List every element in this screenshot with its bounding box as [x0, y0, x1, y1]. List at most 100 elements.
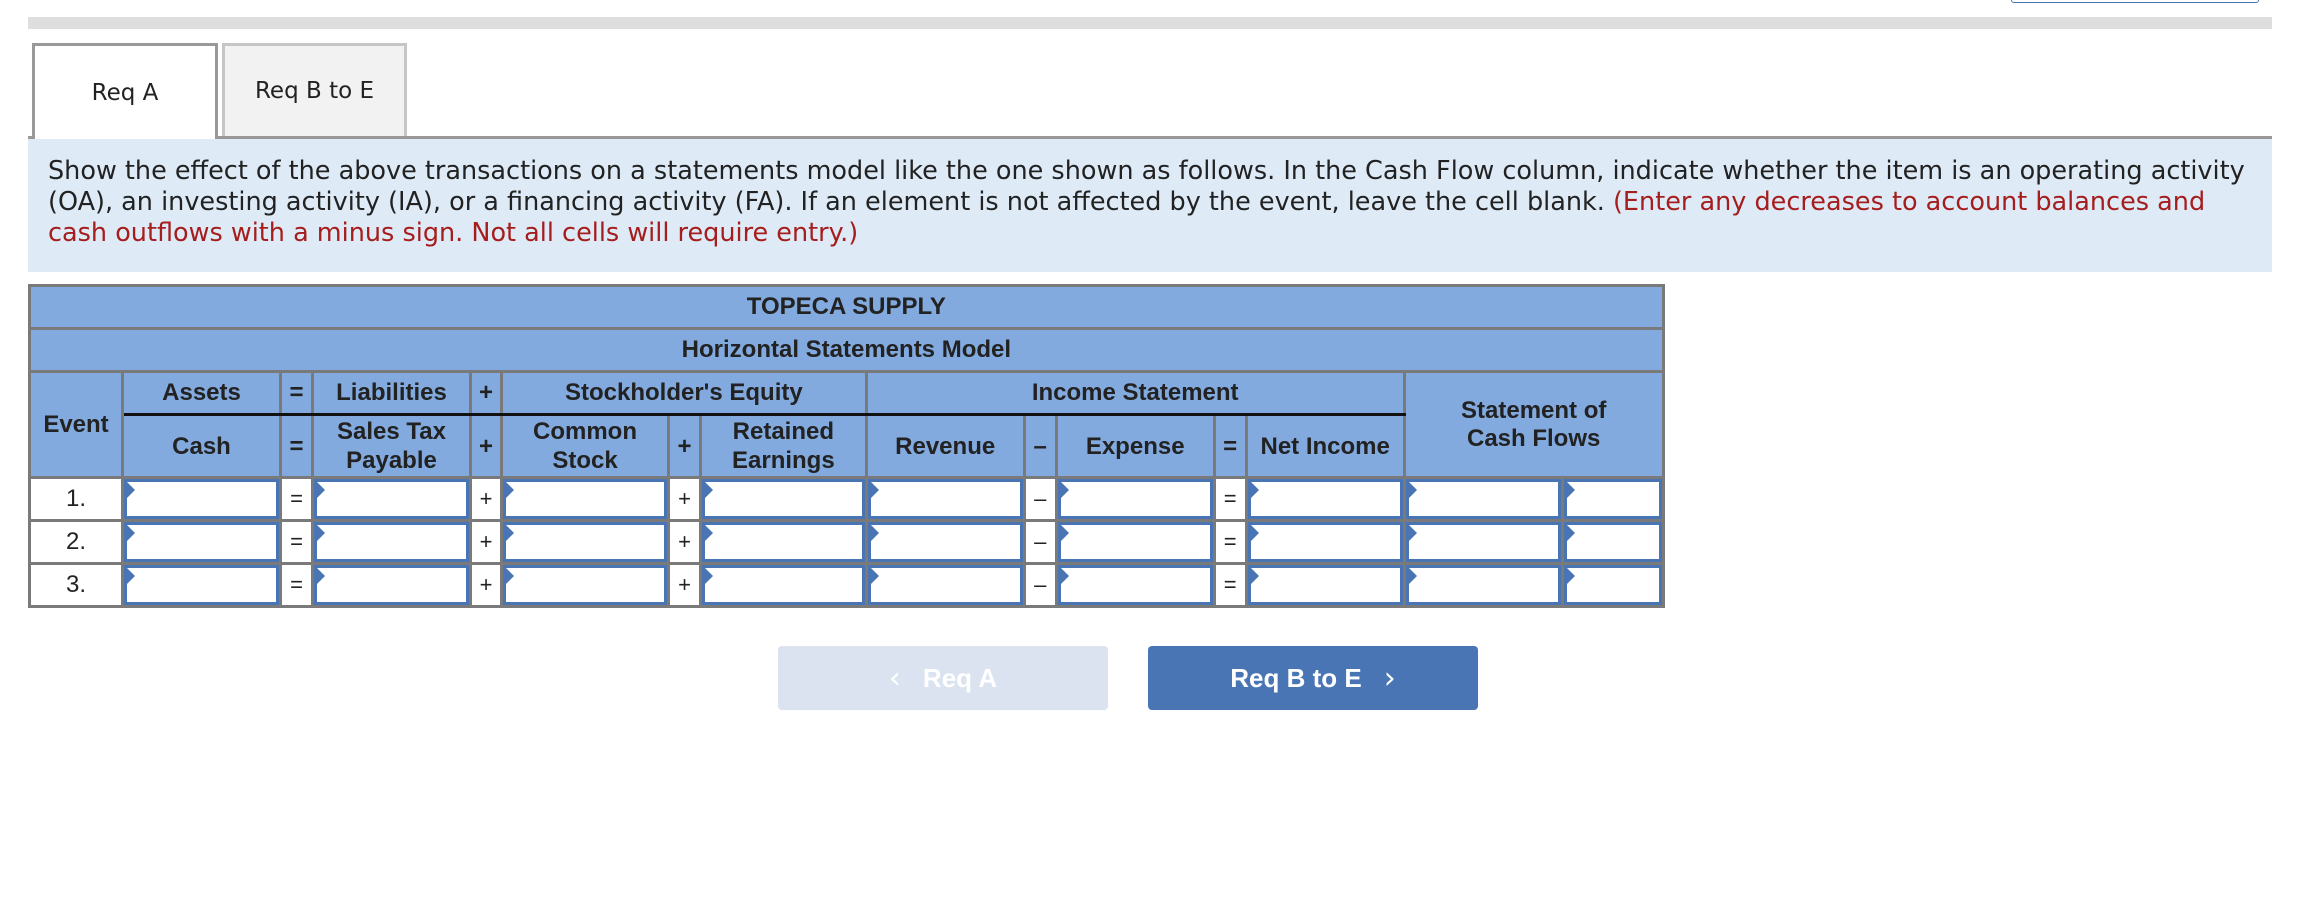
common-stock-input[interactable]	[506, 482, 664, 516]
header-net-income: Net Income	[1244, 413, 1406, 479]
input-box	[124, 479, 279, 519]
header-minus: –	[1022, 413, 1058, 479]
prev-req-a-button[interactable]: ‹ Req A	[778, 646, 1108, 710]
cash-flow-amount-input[interactable]	[1408, 482, 1558, 516]
header-plus: +	[469, 413, 503, 479]
next-req-b-to-e-button[interactable]: Req B to E ›	[1148, 646, 1478, 710]
header-cash: Cash	[121, 413, 282, 479]
dropdown-flag-icon	[506, 482, 514, 498]
dropdown-flag-icon	[1250, 482, 1259, 498]
cell-expense	[1054, 562, 1216, 608]
operator-sign: =	[279, 476, 314, 522]
header-sales-tax-payable: Sales Tax Payable	[311, 413, 472, 479]
common-stock-input[interactable]	[506, 525, 664, 559]
input-box	[1563, 565, 1662, 605]
net-income-input[interactable]	[1250, 568, 1400, 602]
input-box	[867, 522, 1023, 562]
dropdown-flag-icon	[705, 568, 713, 584]
tab-req-a[interactable]: Req A	[32, 43, 218, 139]
event-number: 1.	[28, 476, 124, 522]
cell-sales-tax-payable	[311, 476, 472, 522]
net-income-input[interactable]	[1250, 525, 1400, 559]
expense-input[interactable]	[1060, 525, 1210, 559]
net-income-input[interactable]	[1250, 482, 1400, 516]
retained-earnings-input[interactable]	[705, 482, 862, 516]
cell-cash-flow-amount	[1402, 519, 1564, 565]
input-box	[702, 565, 865, 605]
cell-revenue	[864, 476, 1026, 522]
cell-retained-earnings	[699, 519, 868, 565]
sales-tax-payable-input[interactable]	[317, 482, 466, 516]
cash-flow-activity-input[interactable]	[1566, 568, 1659, 602]
prev-button-label: Req A	[922, 662, 998, 693]
cell-net-income	[1244, 476, 1406, 522]
cell-retained-earnings	[699, 476, 868, 522]
cell-revenue	[864, 562, 1026, 608]
cell-cash-flow-activity	[1560, 476, 1665, 522]
expense-input[interactable]	[1060, 482, 1210, 516]
common-stock-input[interactable]	[506, 568, 664, 602]
company-name: TOPECA SUPPLY	[28, 284, 1665, 330]
revenue-input[interactable]	[870, 525, 1020, 559]
input-box	[1057, 565, 1213, 605]
dropdown-flag-icon	[506, 568, 514, 584]
cash-flow-activity-input[interactable]	[1566, 482, 1659, 516]
revenue-input[interactable]	[870, 482, 1020, 516]
cash-flow-amount-input[interactable]	[1408, 525, 1558, 559]
header-expense: Expense	[1054, 413, 1216, 479]
dropdown-flag-icon	[1250, 568, 1259, 584]
retained-earnings-input[interactable]	[705, 525, 862, 559]
operator-sign: –	[1022, 519, 1058, 565]
input-box	[1057, 522, 1213, 562]
cash-input[interactable]	[127, 568, 276, 602]
tab-req-b-to-e[interactable]: Req B to E	[222, 43, 407, 136]
expense-input[interactable]	[1060, 568, 1210, 602]
input-box	[1405, 479, 1561, 519]
input-box	[503, 522, 667, 562]
cell-net-income	[1244, 562, 1406, 608]
dropdown-flag-icon	[506, 525, 514, 541]
header-income-statement: Income Statement	[864, 370, 1406, 416]
revenue-input[interactable]	[870, 568, 1020, 602]
sales-tax-payable-input[interactable]	[317, 525, 466, 559]
header-assets: Assets	[121, 370, 282, 416]
cash-input[interactable]	[127, 525, 276, 559]
operator-sign: +	[667, 519, 702, 565]
operator-sign: +	[469, 562, 503, 608]
cash-flow-amount-input[interactable]	[1408, 568, 1558, 602]
dropdown-flag-icon	[1566, 525, 1575, 541]
table-row: 2. = + + – =	[28, 519, 1665, 565]
operator-sign: =	[1212, 476, 1248, 522]
cell-cash-flow-amount	[1402, 476, 1564, 522]
input-box	[314, 479, 469, 519]
cell-sales-tax-payable	[311, 519, 472, 565]
header-plus: +	[667, 413, 702, 479]
dropdown-flag-icon	[1408, 568, 1417, 584]
cell-cash-flow-activity	[1560, 562, 1665, 608]
dropdown-flag-icon	[1060, 482, 1069, 498]
header-revenue: Revenue	[864, 413, 1026, 479]
operator-sign: =	[1212, 519, 1248, 565]
cell-common-stock	[500, 519, 670, 565]
cell-common-stock	[500, 562, 670, 608]
retained-earnings-input[interactable]	[705, 568, 862, 602]
chevron-right-icon: ›	[1383, 660, 1396, 696]
dropdown-flag-icon	[317, 525, 325, 541]
cash-input[interactable]	[127, 482, 276, 516]
cash-flow-activity-input[interactable]	[1566, 525, 1659, 559]
input-box	[702, 522, 865, 562]
dropdown-flag-icon	[1566, 568, 1575, 584]
dropdown-flag-icon	[317, 568, 325, 584]
model-title: Horizontal Statements Model	[28, 327, 1665, 373]
header-event: Event	[28, 370, 124, 479]
header-common-stock: Common Stock	[500, 413, 670, 479]
cell-cash	[121, 476, 282, 522]
input-box	[314, 565, 469, 605]
sales-tax-payable-input[interactable]	[317, 568, 466, 602]
input-box	[1247, 479, 1403, 519]
top-button-edge[interactable]	[2011, 0, 2259, 3]
next-button-label: Req B to E	[1230, 662, 1362, 693]
header-stockholders-equity: Stockholder's Equity	[500, 370, 868, 416]
cell-expense	[1054, 476, 1216, 522]
cell-cash	[121, 519, 282, 565]
